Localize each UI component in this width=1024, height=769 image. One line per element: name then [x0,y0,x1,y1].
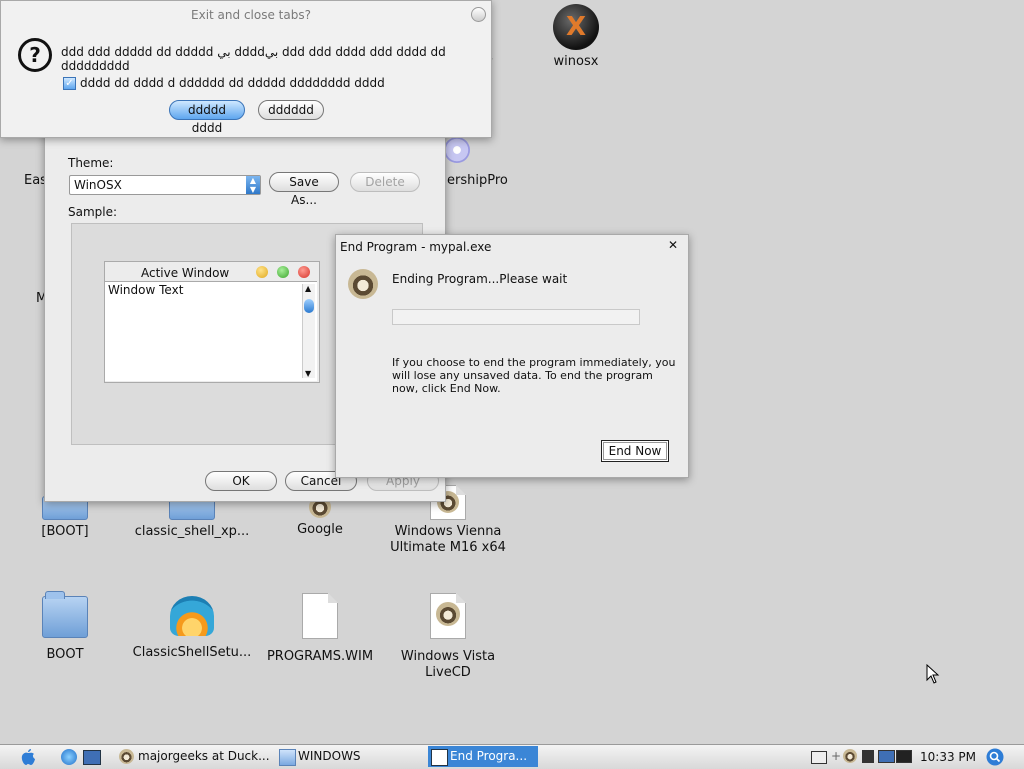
end-program-progress [392,309,640,325]
close-tabs-checkbox[interactable]: ✓ [63,77,76,90]
sample-window-title: Active Window [141,266,230,280]
desktop-icon-label: Windows Vienna Ultimate M16 x64 [390,524,506,555]
desktop-icon-label: Windows Vista LiveCD [400,649,496,680]
taskbar: majorgeeks at Duck... WINDOWS End Progra… [0,744,1024,769]
winosx-icon: X [553,4,599,50]
delete-button[interactable]: Delete [350,172,420,192]
theme-label: Theme: [68,156,114,170]
desktop-icon-classic-shell-xp[interactable]: classic_shell_xp... [127,491,257,540]
desktop-icon-windows-vista-livecd[interactable]: Windows Vista LiveCD [383,593,513,681]
desktop-icon-label-partial: ershipPro [447,173,508,188]
save-as-button[interactable]: Save As... [269,172,339,207]
clock[interactable]: 10:33 PM [920,750,976,764]
ok-button[interactable]: OK [205,471,277,491]
display-icon[interactable] [896,750,912,763]
volume-icon[interactable] [862,750,874,763]
desktop-icon-label: [BOOT] [41,524,89,539]
search-icon[interactable] [986,748,1004,766]
desktop-icon-label: classic_shell_xp... [134,524,250,539]
window-icon [431,749,448,766]
document-icon [430,593,466,639]
end-program-message: If you choose to end the program immedia… [392,356,676,395]
desktop-icon-label: PROGRAMS.WIM [266,649,374,664]
sample-scrollbar: ▲ ▼ [302,284,315,378]
taskbar-item-majorgeeks[interactable]: majorgeeks at Duck... [116,746,288,767]
monitor-icon[interactable] [878,750,895,763]
desktop-icon-programs-wim[interactable]: PROGRAMS.WIM [255,593,385,665]
shell-icon [170,596,214,636]
end-program-status: Ending Program...Please wait [392,272,568,286]
end-program-dialog: End Program - mypal.exe ✕ Ending Program… [335,234,689,478]
sample-window-text: Window Text [108,283,184,297]
desktop-icon-label: ClassicShellSetu... [132,645,252,660]
exit-dialog-title: Exit and close tabs? [191,8,311,22]
apple-icon[interactable] [20,748,36,766]
folder-icon [279,749,296,766]
exit-dialog: Exit and close tabs? ? ddd ddd ddddd dd … [0,0,492,138]
theme-select[interactable]: WinOSX ▲ ▼ [69,175,261,195]
mouse-cursor [926,664,940,684]
zoom-icon [277,266,289,278]
close-tabs-checkbox-label: dddd dd dddd d dddddd dd ddddd dddddddd … [80,76,385,90]
cd-icon [444,137,470,163]
exit-dialog-message: ddd ddd ddddd dd ddddd بي ddddبي ddd ddd… [61,45,446,73]
close-icon[interactable] [471,7,486,22]
desktop-icon-label: Google [297,522,343,537]
network-icon[interactable]: + [831,749,841,763]
scroll-up-icon: ▲ [305,284,312,293]
question-icon: ? [18,38,52,72]
taskbar-item-label: majorgeeks at Duck... [138,749,270,763]
desktop-icon-classic-shell-setup[interactable]: ClassicShellSetu... [127,596,257,661]
end-program-title: End Program - mypal.exe [340,240,492,254]
cancel-exit-button[interactable]: dddddd [258,100,324,120]
minimize-icon [256,266,268,278]
raccoon-icon [348,269,378,302]
taskbar-item-label: End Progra... [450,749,528,763]
close-icon[interactable]: ✕ [668,238,678,252]
taskbar-item-windows[interactable]: WINDOWS [276,746,438,767]
desktop-icon-boot-bracket[interactable]: [BOOT] [0,491,130,540]
desktop-icon-label: BOOT [46,647,84,662]
theme-select-value: WinOSX [74,178,122,192]
browser-icon[interactable] [61,749,77,765]
confirm-exit-button[interactable]: ddddd dddd [169,100,245,135]
end-now-button[interactable]: End Now [601,440,669,462]
raccoon-tray-icon[interactable] [843,749,857,766]
sample-text-area: Window Text ▲ ▼ [105,281,317,381]
desktop-icon-winosx[interactable]: X winosx [511,4,641,70]
desktop-icon-label: winosx [553,54,599,69]
scroll-down-icon: ▼ [305,369,312,378]
keyboard-icon[interactable] [811,751,827,764]
taskbar-item-label: WINDOWS [298,749,361,763]
document-icon [302,593,338,639]
desktop-icon[interactable] [83,750,101,765]
select-arrows-icon: ▲ ▼ [246,176,260,194]
desktop-icon-google[interactable]: Google [255,496,385,538]
taskbar-item-end-program[interactable]: End Progra... [428,746,538,767]
sample-active-window: Active Window Window Text ▲ ▼ [104,261,320,383]
scroll-thumb [304,299,314,313]
desktop-icon-boot[interactable]: BOOT [0,591,130,663]
raccoon-icon [119,749,134,764]
folder-icon [42,591,88,638]
sample-label: Sample: [68,205,118,219]
close-icon [298,266,310,278]
